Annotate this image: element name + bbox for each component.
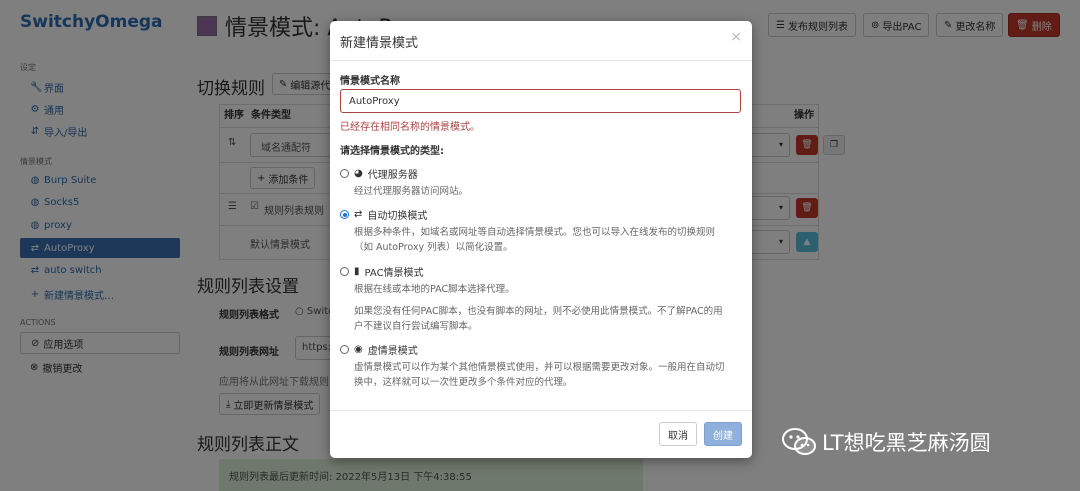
globe-icon: ◕ xyxy=(354,168,363,179)
watermark-text: LT想吃黑芝麻汤圆 xyxy=(822,431,991,455)
option-description: 经过代理服务器访问网站。 xyxy=(354,186,469,197)
profile-type-label: 请选择情景模式的类型: xyxy=(340,146,444,157)
profile-name-label: 情景模式名称 xyxy=(340,76,400,87)
option-description: 根据在线或本地的PAC脚本选择代理。 如果您没有任何PAC脚本，也没有脚本的网址… xyxy=(354,284,723,332)
option-pac: ▮ PAC情景模式 根据在线或本地的PAC脚本选择代理。 如果您没有任何PAC脚… xyxy=(340,264,742,334)
option-title: 代理服务器 xyxy=(367,170,418,181)
close-icon[interactable]: × xyxy=(730,29,742,45)
option-description: 虚情景模式可以作为某个其他情景模式使用，并可以根据需要更改对象。一般用在自动切 … xyxy=(354,362,725,388)
dialog-title: 新建情景模式 xyxy=(340,36,419,51)
option-proxy-server: ◕ 代理服务器 经过代理服务器访问网站。 xyxy=(340,166,742,199)
dialog-header: 新建情景模式 × xyxy=(330,21,752,61)
name-error-message: 已经存在相同名称的情景模式。 xyxy=(340,122,480,133)
dialog-footer: 取消 创建 xyxy=(330,410,752,458)
virtual-radio[interactable] xyxy=(340,345,349,354)
ghost-icon: ◉ xyxy=(354,344,363,355)
option-title: 虚情景模式 xyxy=(367,346,418,357)
option-auto-switch: ⇄ 自动切换模式 根据多种条件，如域名或网址等自动选择情景模式。您也可以导入在线… xyxy=(340,207,742,255)
create-button[interactable]: 创建 xyxy=(704,422,742,446)
pac-radio[interactable] xyxy=(340,267,349,276)
file-icon: ▮ xyxy=(354,266,360,277)
cancel-button[interactable]: 取消 xyxy=(659,422,697,446)
profile-name-input[interactable] xyxy=(340,89,741,113)
option-virtual: ◉ 虚情景模式 虚情景模式可以作为某个其他情景模式使用，并可以根据需要更改对象。… xyxy=(340,342,742,390)
option-title: 自动切换模式 xyxy=(367,211,428,222)
new-profile-dialog: 新建情景模式 × 情景模式名称 已经存在相同名称的情景模式。 请选择情景模式的类… xyxy=(330,21,752,458)
wechat-icon xyxy=(782,428,816,455)
option-description: 根据多种条件，如域名或网址等自动选择情景模式。您也可以导入在线发布的切换规则 （… xyxy=(354,227,716,253)
auto-switch-radio[interactable] xyxy=(340,210,349,219)
option-title: PAC情景模式 xyxy=(364,268,424,279)
proxy-server-radio[interactable] xyxy=(340,169,349,178)
watermark: LT想吃黑芝麻汤圆 xyxy=(782,427,991,457)
switch-icon: ⇄ xyxy=(354,209,363,220)
